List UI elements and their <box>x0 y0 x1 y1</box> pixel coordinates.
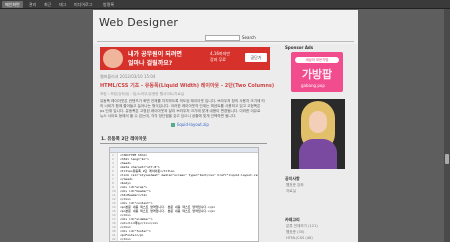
ad-promo-line2: 강좌 무료 <box>210 57 226 62</box>
category-item[interactable]: 웹표준 (35) <box>286 230 304 235</box>
code-line-number: 22 <box>112 237 116 241</box>
tab-recent[interactable]: 최근 <box>41 1 54 8</box>
notice-label: 공지사항 <box>285 176 300 181</box>
code-line: 22 </div> <box>110 237 258 241</box>
notice-item[interactable]: 웹표준 강좌 <box>286 183 304 188</box>
code-block[interactable]: 1 <!DOCTYPE html> 2 <html lang="ko"> 3 <head>… <box>109 147 259 242</box>
category-label: 카테고리 <box>285 217 300 222</box>
blog-title[interactable]: Web Designer <box>99 16 178 29</box>
banner-ad[interactable]: 내가 공무원이 되려면 얼마나 걸릴까요? 4,16까지만 강좌 무료 공단기 <box>100 47 270 70</box>
sidebar-ad-sub: gabang.pop <box>301 83 325 88</box>
ad-line1: 내가 공무원이 되려면 <box>128 51 182 58</box>
tab-tags[interactable]: 태그 <box>56 1 69 8</box>
post-meta: 웹퍼블리셔 2012/03/10 15:04 <box>100 74 156 79</box>
ad-person-image <box>103 49 123 68</box>
post-category-path[interactable]: 포럼 › 포럼/강좌/팁 › 팁/노하우/유용한 웹사이트/자료실 <box>100 92 184 97</box>
post-body: 유동폭 레이아웃은 컨텐츠가 화면 전체를 차지하도록 의도된 레이아웃 입니다… <box>100 99 265 119</box>
attachment-link[interactable]: liquid-layout.zip <box>171 122 209 127</box>
file-icon <box>171 123 175 127</box>
sponsor-label: Sponsor Ads <box>285 45 314 50</box>
tab-guestbook[interactable]: 방명록 <box>100 1 117 8</box>
ad-line2: 얼마나 걸릴까요? <box>128 60 173 67</box>
blog-top-menu: 메인화면 관리 최근 태그 미디어로그 방명록 <box>0 0 450 9</box>
notice-item[interactable]: 자료실 <box>286 189 296 194</box>
sidebar: Sponsor Ads 세상의 모든가방 가방팝 gabang.pop 공지사항… <box>281 44 358 242</box>
ad-promo: 4,16까지만 강좌 무료 <box>210 51 230 63</box>
header-divider <box>97 41 354 42</box>
photo-face <box>309 111 327 133</box>
post-body-line: 뉴스 사이트 등에서 볼 수 있는데, 각각 장단점을 갖고 있으니 상황에 맞… <box>100 114 237 118</box>
ad-brand-logo: 공단기 <box>245 53 267 62</box>
sidebar-ad[interactable]: 세상의 모든가방 가방팝 gabang.pop <box>291 52 343 92</box>
tab-admin[interactable]: 관리 <box>26 1 39 8</box>
page-scrollbar[interactable] <box>444 9 450 242</box>
code-line-text: </div> <box>120 237 131 241</box>
section-divider <box>100 143 267 144</box>
code-lines: 1 <!DOCTYPE html> 2 <html lang="ko"> 3 <head>… <box>110 153 258 241</box>
search-input[interactable] <box>205 35 240 41</box>
sidebar-ad-tagline: 세상의 모든가방 <box>295 57 339 63</box>
search-button[interactable]: Search <box>242 35 256 40</box>
category-item[interactable]: HTML/CSS (48) <box>286 236 313 240</box>
section-heading: 1. 유동폭 2단 레이아웃 <box>101 137 147 142</box>
tab-medialog[interactable]: 미디어로그 <box>71 1 95 8</box>
attachment-name: liquid-layout.zip <box>177 122 209 127</box>
profile-photo <box>291 99 345 169</box>
photo-body <box>299 139 337 169</box>
tab-main[interactable]: 메인화면 <box>2 1 23 8</box>
category-item[interactable]: 분류 전체보기 (121) <box>286 224 318 229</box>
scrollbar-thumb[interactable] <box>445 154 449 164</box>
sidebar-ad-brand: 가방팝 <box>301 68 333 81</box>
post-title[interactable]: HTML/CSS 기초 - 유동폭(Liquid Width) 레이아웃 - 2… <box>100 82 274 89</box>
